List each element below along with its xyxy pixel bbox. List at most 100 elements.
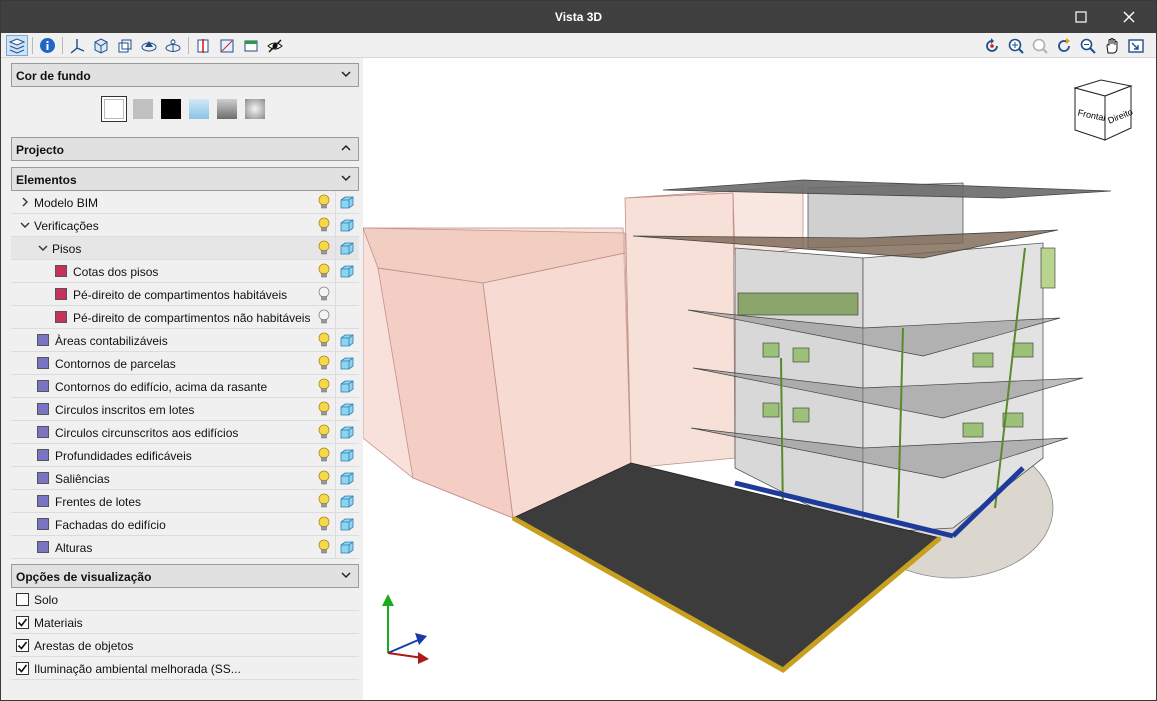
iso-view-button[interactable] (90, 35, 112, 56)
tree-item[interactable]: Fachadas do edifício (11, 513, 359, 536)
color-legend-square (37, 449, 49, 461)
tree-item[interactable]: Alturas (11, 536, 359, 559)
floor-plan-button[interactable] (240, 35, 262, 56)
swatch-sky-gradient[interactable] (189, 99, 209, 119)
refresh-view-button[interactable] (1053, 35, 1075, 56)
visibility-toggle[interactable] (317, 493, 331, 509)
visibility-toggle[interactable] (317, 516, 331, 532)
view-option-row[interactable]: Materiais (11, 611, 359, 634)
rotate-button[interactable] (981, 35, 1003, 56)
tree-item[interactable]: Pé-direito de compartimentos habitáveis (11, 283, 359, 306)
swatch-radial-gradient[interactable] (245, 99, 265, 119)
visibility-toggle[interactable] (317, 240, 331, 256)
tree-item[interactable]: Contornos do edifício, acima da rasante (11, 375, 359, 398)
clip-box-button[interactable] (216, 35, 238, 56)
tree-item[interactable]: Pisos (11, 237, 359, 260)
transparency-toggle[interactable] (339, 540, 355, 555)
transparency-toggle[interactable] (339, 402, 355, 417)
transparency-toggle[interactable] (339, 218, 355, 233)
tree-item[interactable]: Pé-direito de compartimentos não habitáv… (11, 306, 359, 329)
expand-arrow[interactable] (19, 196, 31, 208)
transparency-toggle[interactable] (339, 379, 355, 394)
orbit-view-button[interactable] (138, 35, 160, 56)
axes-button[interactable] (66, 35, 88, 56)
visibility-toggle[interactable] (317, 263, 331, 279)
view-cube[interactable]: Frontal Direito (1071, 76, 1135, 144)
tree-item-label: Contornos de parcelas (55, 357, 176, 371)
view-option-row[interactable]: Iluminação ambiental melhorada (SS... (11, 657, 359, 680)
visibility-toggle[interactable] (317, 309, 331, 325)
tree-item[interactable]: Verificações (11, 214, 359, 237)
visibility-toggle[interactable] (317, 470, 331, 486)
transparency-toggle[interactable] (339, 333, 355, 348)
tree-item-label: Verificações (34, 219, 99, 233)
view-option-checkbox[interactable] (16, 616, 29, 629)
swatch-white[interactable] (101, 96, 127, 122)
tree-item[interactable]: Frentes de lotes (11, 490, 359, 513)
hide-button[interactable] (264, 35, 286, 56)
visibility-toggle[interactable] (317, 286, 331, 302)
swatch-gray-gradient[interactable] (217, 99, 237, 119)
visibility-toggle[interactable] (317, 539, 331, 555)
tree-item[interactable]: Circulos circunscritos aos edifícios (11, 421, 359, 444)
info-button[interactable] (36, 35, 58, 56)
transparency-cube-icon (340, 403, 354, 416)
maximize-button[interactable] (1058, 1, 1104, 33)
close-button[interactable] (1106, 1, 1152, 33)
section-button[interactable] (192, 35, 214, 56)
visibility-toggle[interactable] (317, 424, 331, 440)
tree-item[interactable]: Cotas dos pisos (11, 260, 359, 283)
tree-item[interactable]: Profundidades edificáveis (11, 444, 359, 467)
color-legend-square (37, 495, 49, 507)
tree-item[interactable]: Circulos inscritos em lotes (11, 398, 359, 421)
tree-item[interactable]: Modelo BIM (11, 191, 359, 214)
section-background-header[interactable]: Cor de fundo (11, 63, 359, 87)
section-project-header[interactable]: Projecto (11, 137, 359, 161)
transparency-toggle[interactable] (339, 425, 355, 440)
view-option-row[interactable]: Arestas de objetos (11, 634, 359, 657)
transparency-toggle[interactable] (339, 264, 355, 279)
pan-button[interactable] (1101, 35, 1123, 56)
visibility-toggle[interactable] (317, 217, 331, 233)
layers-button[interactable] (6, 35, 28, 56)
transparency-toggle[interactable] (339, 356, 355, 371)
lightbulb-on-icon (318, 194, 330, 209)
zoom-button[interactable] (1029, 35, 1051, 56)
collapse-arrow[interactable] (19, 219, 31, 231)
collapse-arrow[interactable] (37, 242, 49, 254)
view-option-checkbox[interactable] (16, 593, 29, 606)
transparency-toggle[interactable] (339, 241, 355, 256)
section-view-options-header[interactable]: Opções de visualização (11, 564, 359, 588)
transparency-toggle[interactable] (339, 494, 355, 509)
section-elements-header[interactable]: Elementos (11, 167, 359, 191)
fit-window-button[interactable] (1125, 35, 1147, 56)
visibility-toggle[interactable] (317, 355, 331, 371)
tree-item[interactable]: Àreas contabilizáveis (11, 329, 359, 352)
transparency-toggle[interactable] (339, 448, 355, 463)
box-view-button[interactable] (114, 35, 136, 56)
rotate-view-button[interactable] (162, 35, 184, 56)
3d-viewport[interactable]: Frontal Direito (363, 58, 1156, 700)
visibility-toggle[interactable] (317, 194, 331, 210)
zoom-extents-button[interactable] (1005, 35, 1027, 56)
view-option-row[interactable]: Solo (11, 588, 359, 611)
swatch-gray[interactable] (133, 99, 153, 119)
transparency-toggle[interactable] (339, 195, 355, 210)
hide-icon (267, 39, 283, 52)
visibility-toggle[interactable] (317, 447, 331, 463)
layers-icon (8, 37, 26, 54)
transparency-toggle[interactable] (339, 471, 355, 486)
visibility-toggle[interactable] (317, 401, 331, 417)
view-option-checkbox[interactable] (16, 662, 29, 675)
floor-plan-icon (244, 40, 258, 51)
color-legend-square (37, 357, 49, 369)
visibility-toggle[interactable] (317, 378, 331, 394)
view-option-checkbox[interactable] (16, 639, 29, 652)
visibility-toggle[interactable] (317, 332, 331, 348)
lightbulb-on-icon (318, 378, 330, 393)
zoom-window-button[interactable] (1077, 35, 1099, 56)
tree-item[interactable]: Contornos de parcelas (11, 352, 359, 375)
swatch-black[interactable] (161, 99, 181, 119)
transparency-toggle[interactable] (339, 517, 355, 532)
tree-item[interactable]: Saliências (11, 467, 359, 490)
